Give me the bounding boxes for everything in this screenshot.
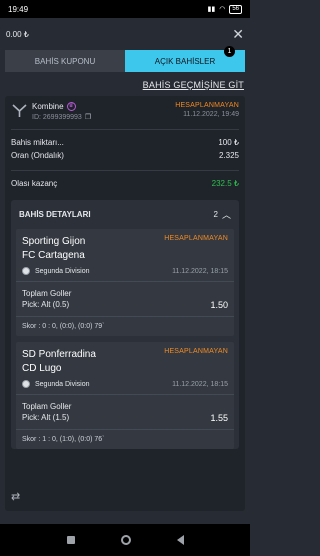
bet-history-link[interactable]: BAHİS GEÇMİŞİNE GİT bbox=[0, 72, 250, 90]
open-bet-card: Kombine ♛ ID: 2699399993 ❐ HESAPLANMAYAN… bbox=[5, 96, 245, 511]
league-name: Segunda Division bbox=[35, 267, 90, 275]
divider bbox=[16, 281, 234, 282]
event-pick-row: Pick: Alt (1.5) 1.55 bbox=[22, 412, 228, 423]
event-pick: Pick: Alt (0.5) bbox=[22, 300, 70, 309]
close-icon[interactable]: ✕ bbox=[232, 27, 244, 41]
bet-header-left: Kombine ♛ ID: 2699399993 ❐ bbox=[11, 102, 91, 121]
home-icon[interactable] bbox=[120, 535, 131, 545]
event-status: HESAPLANMAYAN bbox=[164, 348, 228, 355]
home-team: Sporting Gijon bbox=[22, 236, 86, 247]
event-score: Skor : 0 : 0, (0:0), (0:0) 79` bbox=[22, 323, 105, 330]
event-pick: Pick: Alt (1.5) bbox=[22, 413, 70, 422]
amount-label: Bahis miktarı... bbox=[11, 138, 64, 147]
bet-tabs: BAHİS KUPONU AÇIK BAHİSLER 1 bbox=[5, 46, 245, 72]
chevron-up-icon[interactable]: ︿ bbox=[222, 208, 231, 221]
selection-count: 2 bbox=[213, 210, 218, 219]
bet-details-title: BAHİS DETAYLARI bbox=[19, 210, 91, 219]
bet-id-label: ID: 2699399993 bbox=[32, 113, 82, 121]
bet-id: ID: 2699399993 ❐ bbox=[32, 113, 91, 122]
event-score: Skor : 1 : 0, (1:0), (0:0) 76` bbox=[22, 436, 105, 443]
status-icons: ▮▮ ◠ 56 bbox=[207, 4, 242, 14]
bet-details-count: 2 ︿ bbox=[214, 208, 231, 221]
odds-label: Oran (Ondalık) bbox=[11, 151, 64, 160]
event-league-row: Segunda Division 11.12.2022, 18:15 bbox=[22, 380, 228, 388]
event-item: Sporting Gijon FC Cartagena HESAPLANMAYA… bbox=[16, 229, 234, 336]
divider bbox=[11, 170, 239, 171]
tab-open-bets[interactable]: AÇIK BAHİSLER 1 bbox=[125, 46, 245, 72]
open-bets-badge: 1 bbox=[224, 46, 235, 57]
copy-icon[interactable]: ❐ bbox=[85, 113, 91, 121]
event-header: SD Ponferradina CD Lugo HESAPLANMAYAN bbox=[22, 348, 228, 376]
back-icon[interactable] bbox=[176, 535, 184, 545]
league-name: Segunda Division bbox=[35, 380, 90, 388]
bet-header: Kombine ♛ ID: 2699399993 ❐ HESAPLANMAYAN… bbox=[11, 102, 239, 121]
potential-win-row: Olası kazanç 232.5 ₺ bbox=[11, 177, 239, 190]
event-league: Segunda Division bbox=[22, 380, 89, 388]
event-market: Toplam Goller bbox=[22, 402, 72, 411]
potential-win-label: Olası kazanç bbox=[11, 179, 58, 188]
top-bar: 0.00 ₺ ✕ bbox=[0, 18, 250, 50]
wifi-icon: ◠ bbox=[219, 6, 226, 13]
odds-value: 2.325 bbox=[218, 151, 239, 160]
crown-icon: ♛ bbox=[66, 102, 76, 111]
balance-label: 0.00 ₺ bbox=[6, 29, 29, 39]
event-date: 11.12.2022, 18:15 bbox=[172, 267, 228, 275]
recent-apps-icon[interactable] bbox=[66, 536, 75, 544]
signal-icon: ▮▮ bbox=[207, 6, 216, 13]
battery-icon: 56 bbox=[229, 4, 242, 14]
odds-row: Oran (Ondalık) 2.325 bbox=[11, 149, 239, 162]
bet-date: 11.12.2022, 19:49 bbox=[183, 111, 239, 118]
combo-bet-icon bbox=[11, 102, 28, 119]
divider bbox=[16, 394, 234, 395]
bet-details-panel: BAHİS DETAYLARI 2 ︿ Sporting Gijon FC Ca… bbox=[11, 200, 239, 449]
event-item: SD Ponferradina CD Lugo HESAPLANMAYAN Se… bbox=[16, 342, 234, 449]
android-nav-bar bbox=[0, 524, 250, 556]
event-pick-row: Pick: Alt (0.5) 1.50 bbox=[22, 299, 228, 310]
event-league-row: Segunda Division 11.12.2022, 18:15 bbox=[22, 267, 228, 275]
tab-open-bets-label: AÇIK BAHİSLER bbox=[154, 56, 216, 66]
event-header: Sporting Gijon FC Cartagena HESAPLANMAYA… bbox=[22, 235, 228, 263]
divider bbox=[16, 316, 234, 317]
soccer-ball-icon bbox=[22, 267, 30, 275]
event-odds: 1.55 bbox=[210, 412, 228, 423]
event-teams: SD Ponferradina CD Lugo bbox=[22, 348, 96, 376]
divider bbox=[11, 129, 239, 130]
home-team: SD Ponferradina bbox=[22, 349, 96, 360]
event-teams: Sporting Gijon FC Cartagena bbox=[22, 235, 85, 263]
tab-bet-slip-label: BAHİS KUPONU bbox=[34, 56, 96, 66]
event-date: 11.12.2022, 18:15 bbox=[172, 380, 228, 388]
tab-bet-slip[interactable]: BAHİS KUPONU bbox=[5, 50, 125, 72]
bet-header-right: HESAPLANMAYAN 11.12.2022, 19:49 bbox=[175, 102, 239, 118]
potential-win-value: 232.5 ₺ bbox=[211, 179, 239, 188]
swap-arrows-icon[interactable]: ⇄ bbox=[11, 490, 20, 503]
amount-row: Bahis miktarı... 100 ₺ bbox=[11, 136, 239, 149]
event-market: Toplam Goller bbox=[22, 289, 72, 298]
away-team: FC Cartagena bbox=[22, 250, 85, 261]
bet-type: Kombine ♛ bbox=[32, 102, 91, 111]
status-bar: 19:49 ▮▮ ◠ 56 bbox=[0, 0, 250, 18]
bet-details-header[interactable]: BAHİS DETAYLARI 2 ︿ bbox=[11, 200, 239, 229]
event-odds: 1.50 bbox=[210, 299, 228, 310]
event-status: HESAPLANMAYAN bbox=[164, 235, 228, 242]
status-time: 19:49 bbox=[8, 4, 29, 14]
amount-value: 100 ₺ bbox=[218, 138, 239, 147]
soccer-ball-icon bbox=[22, 380, 30, 388]
bet-status: HESAPLANMAYAN bbox=[175, 102, 239, 109]
event-league: Segunda Division bbox=[22, 267, 89, 275]
bet-type-label: Kombine bbox=[32, 102, 64, 111]
away-team: CD Lugo bbox=[22, 363, 62, 374]
divider bbox=[16, 429, 234, 430]
